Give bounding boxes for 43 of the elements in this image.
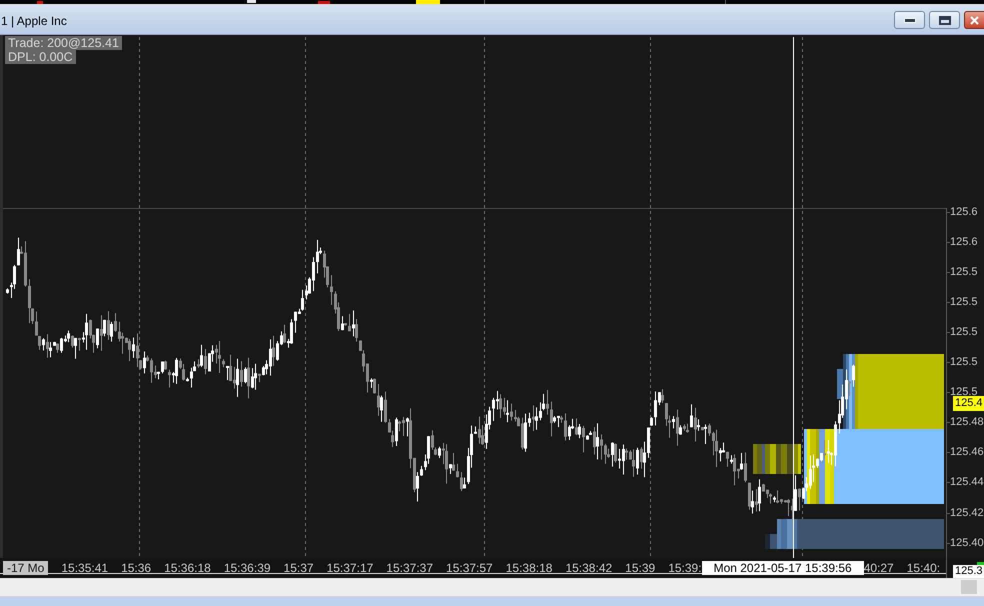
volume-profile-bar — [753, 444, 801, 474]
restore-icon — [938, 16, 950, 24]
time-label: 40:27 — [864, 561, 894, 575]
price-label: 125.5 — [950, 264, 978, 279]
time-label: 15:35:41 — [61, 561, 108, 575]
crosshair-price-label: 125.3 — [953, 565, 984, 578]
price-label: 125.6 — [950, 204, 978, 218]
crosshair-time-label: Mon 2021-05-17 15:39:56 — [702, 561, 864, 575]
price-label: 125.5 — [950, 324, 978, 339]
time-label: 15:37:57 — [446, 561, 493, 575]
status-marker-icon — [977, 562, 984, 565]
time-label: 15:36:18 — [164, 561, 211, 575]
price-label: 125.5 — [950, 294, 978, 309]
price-label: 125.42 — [950, 506, 984, 520]
info-label: DPL: 0.00C — [5, 50, 76, 64]
price-label: 125.6 — [950, 234, 978, 249]
scrollbar-thumb[interactable] — [961, 580, 977, 594]
last-price-label: 125.4 — [953, 396, 984, 411]
window-title: 1 | Apple Inc — [0, 14, 67, 28]
time-label: 15:40: — [906, 561, 940, 575]
time-label: 15:37 — [284, 561, 314, 575]
time-label: 15:37:17 — [326, 561, 374, 575]
close-icon — [970, 16, 979, 24]
price-label: 125.5 — [950, 355, 978, 369]
date-label: -17 Mo — [3, 561, 48, 575]
time-label: 15:36 — [121, 561, 152, 575]
restore-button[interactable] — [929, 11, 960, 29]
time-label: 15:39 — [625, 561, 656, 575]
price-label: 125.48 — [950, 415, 984, 430]
price-label: 125.40 — [950, 536, 984, 550]
price-label: 125.46 — [950, 445, 984, 460]
time-label: 15:36:39 — [224, 561, 271, 575]
price-label: 125.44 — [950, 475, 984, 490]
minimize-icon — [904, 18, 916, 22]
time-label: 15:38:42 — [565, 561, 612, 575]
close-button[interactable] — [964, 11, 984, 29]
scrollbar-track[interactable] — [0, 578, 984, 597]
time-label: 15:37:37 — [386, 561, 434, 575]
price-label: 125.5 — [950, 385, 978, 398]
time-label: 15:38:18 — [506, 561, 552, 575]
time-label: 15:39: — [668, 561, 702, 575]
info-label: Trade: 200@125.41 — [5, 36, 122, 50]
minimize-button[interactable] — [894, 11, 925, 29]
